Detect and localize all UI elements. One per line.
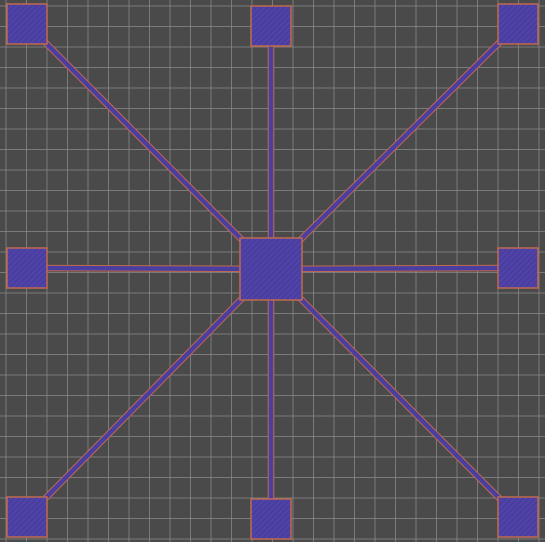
pad-top-center[interactable] — [250, 5, 292, 47]
pad-middle-right[interactable] — [497, 247, 539, 289]
pad-middle-left[interactable] — [6, 247, 48, 289]
trace-pad-middle-left[interactable] — [26, 265, 272, 272]
pad-top-right[interactable] — [497, 3, 539, 45]
pad-bottom-left[interactable] — [6, 496, 48, 538]
pad-bottom-right[interactable] — [497, 496, 539, 538]
layout-canvas[interactable] — [0, 0, 545, 542]
hub-pad[interactable] — [239, 237, 303, 301]
pad-top-left[interactable] — [6, 3, 48, 45]
pad-bottom-center[interactable] — [250, 498, 292, 540]
trace-pad-middle-right[interactable] — [270, 265, 519, 272]
